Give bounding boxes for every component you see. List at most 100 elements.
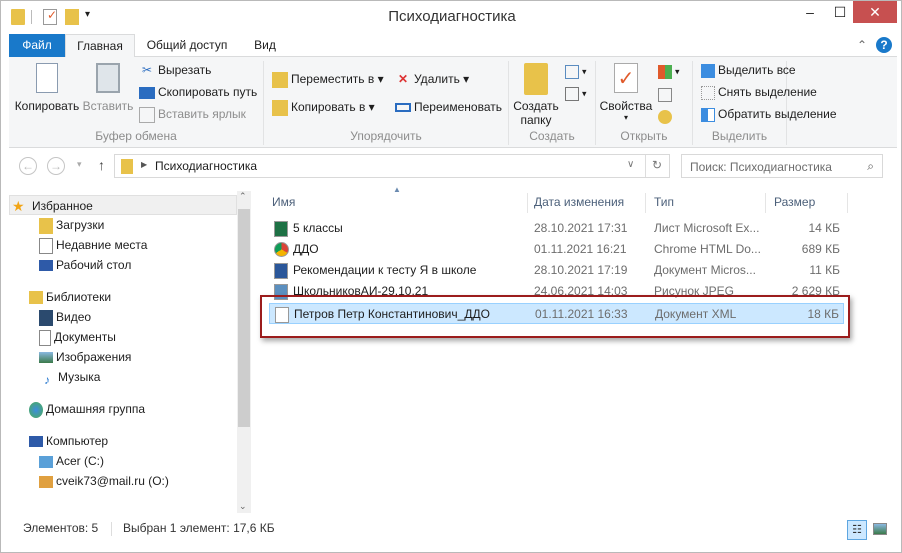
new-folder-button[interactable]: Создать папку [511,63,561,127]
homegroup-icon [29,401,43,418]
tab-share[interactable]: Общий доступ [141,34,233,57]
properties-button[interactable]: ✓ Свойства ▾ [598,63,654,122]
item-count: Элементов: 5 [23,521,99,535]
select-group-label: Выделить [711,129,768,143]
downloads-icon [39,217,53,234]
column-header-size[interactable]: Размер [768,193,848,213]
forward-button[interactable]: → [47,157,65,175]
nav-computer[interactable]: Компьютер [29,431,108,451]
move-to-button[interactable]: Переместить в ▾ [272,72,384,88]
close-button[interactable]: ✕ [853,1,897,23]
nav-label: Библиотеки [46,290,112,304]
file-type: Chrome HTML Do... [654,242,761,256]
tab-view[interactable]: Вид [245,34,285,57]
history-button[interactable] [658,109,675,124]
folder-icon [121,159,133,174]
back-button[interactable]: ← [19,157,37,175]
rename-icon [395,103,411,113]
recent-locations-dropdown[interactable]: ▾ [77,159,82,170]
collapse-ribbon-icon[interactable]: ⌃ [855,34,869,57]
word-icon [274,263,288,279]
recent-places-icon [39,237,53,254]
move-to-label: Переместить в [291,72,375,87]
scroll-down-icon[interactable]: ⌄ [239,501,247,512]
select-all-label: Выделить все [718,63,796,77]
new-item-button[interactable]: ▾ [565,65,587,79]
file-row[interactable]: 5 классы 28.10.2021 17:31 Лист Microsoft E… [269,218,844,239]
ribbon-tabs: Файл Главная Общий доступ Вид ⌃ ? [9,34,897,58]
paste-button[interactable]: Вставить [81,63,135,113]
file-row[interactable]: Рекомендации к тесту Я в школе 28.10.2021… [269,260,844,281]
help-icon[interactable]: ? [876,37,892,53]
nav-homegroup[interactable]: Домашняя группа [29,399,145,419]
select-none-button[interactable]: Снять выделение [701,85,817,100]
nav-label: Рабочий стол [56,258,132,272]
nav-scrollbar-thumb[interactable] [238,209,250,427]
delete-x-icon: ✕ [397,72,409,86]
file-size: 689 КБ [801,242,840,256]
copy-path-button[interactable]: Скопировать путь [139,85,257,99]
nav-drive-o[interactable]: cveik73@mail.ru (O:) [39,471,169,491]
up-button[interactable]: ↑ [98,157,105,173]
file-date: 28.10.2021 17:19 [534,263,628,277]
music-note-icon: ♪ [44,372,50,387]
cut-button[interactable]: ✂ Вырезать [139,63,211,79]
nav-label: Недавние места [56,238,148,252]
address-bar[interactable]: ▶ Психодиагностика ∨ ↻ [114,154,670,178]
paste-shortcut-button[interactable]: Вставить ярлык [139,107,246,123]
open-with-button[interactable]: ▾ [658,65,680,79]
nav-label: Видео [56,310,92,324]
nav-desktop[interactable]: Рабочий стол [39,255,131,275]
search-icon: ⌕ [867,159,874,173]
file-size: 14 КБ [808,221,840,235]
pictures-icon [39,352,53,364]
maximize-button[interactable]: ☐ [827,1,853,23]
refresh-icon[interactable]: ↻ [652,158,662,172]
address-dropdown-icon[interactable]: ∨ [627,159,634,170]
star-icon: ★ [12,198,25,214]
select-all-button[interactable]: Выделить все [701,63,796,78]
large-icons-view-button[interactable] [873,523,887,535]
properties-check-icon: ✓ [614,63,638,93]
nav-downloads[interactable]: Загрузки [39,215,104,235]
file-row[interactable]: ДДО 01.11.2021 16:21 Chrome HTML Do... 689 … [269,239,844,260]
nav-music[interactable]: ♪ Музыка [39,367,100,387]
nav-documents[interactable]: Документы [39,327,116,347]
separator [645,155,646,177]
invert-selection-button[interactable]: Обратить выделение [701,107,837,122]
column-header-name[interactable]: Имя [266,193,528,213]
column-header-type[interactable]: Тип [648,193,766,213]
tab-file[interactable]: Файл [9,34,65,57]
open-group: ✓ Свойства ▾ ▾ Открыть [596,61,693,145]
scroll-up-icon[interactable]: ⌃ [239,191,247,202]
nav-drive-c[interactable]: Acer (C:) [39,451,104,471]
nav-label: Загрузки [56,218,105,232]
invert-selection-label: Обратить выделение [718,107,837,121]
nav-pictures[interactable]: Изображения [39,347,131,367]
chrome-icon [274,242,289,257]
nav-libraries[interactable]: Библиотеки [29,287,111,307]
selection-info: Выбран 1 элемент: 17,6 КБ [123,521,275,535]
column-header-date[interactable]: Дата изменения [528,193,646,213]
nav-favorites[interactable]: ★ Избранное [9,195,237,215]
invert-selection-icon [701,107,715,122]
copy-to-button[interactable]: Копировать в ▾ [272,100,375,116]
edit-button[interactable] [658,87,675,102]
nav-recent[interactable]: Недавние места [39,235,147,255]
delete-button[interactable]: ✕ Удалить ▾ [395,72,469,88]
tab-home[interactable]: Главная [65,34,135,58]
easy-access-icon [565,87,579,101]
search-input[interactable]: Поиск: Психодиагностика ⌕ [681,154,883,178]
minimize-button[interactable]: – [797,1,823,23]
breadcrumb-current[interactable]: Психодиагностика [155,159,257,173]
file-type: Лист Microsoft Ex... [654,221,760,235]
copy-to-label: Копировать в [291,100,366,115]
rename-button[interactable]: Переименовать [395,100,502,114]
details-view-button[interactable]: ☷ [847,520,867,540]
file-name: 5 классы [293,221,343,235]
easy-access-button[interactable]: ▾ [565,87,587,101]
edit-pencil-icon [658,87,672,102]
copy-button[interactable]: Копировать [13,63,81,113]
nav-video[interactable]: Видео [39,307,91,327]
file-date: 28.10.2021 17:31 [534,221,628,235]
